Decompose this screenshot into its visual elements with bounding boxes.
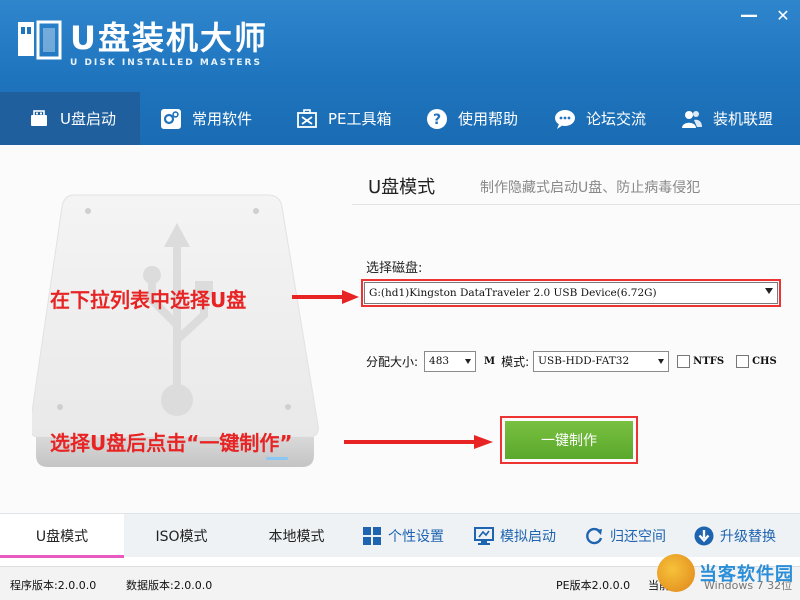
alloc-size-value: 483	[429, 355, 450, 367]
action-restore-space[interactable]: 归还空间	[584, 514, 694, 558]
download-icon	[694, 526, 714, 546]
nav-item-alliance[interactable]: 装机联盟	[653, 92, 800, 145]
chevron-down-icon	[765, 288, 773, 294]
action-label: 归还空间	[610, 529, 666, 545]
options-row: 分配大小: 483 M 模式: USB-HDD-FAT32 NTFS CHS	[366, 350, 777, 372]
toolbox-icon	[296, 108, 318, 130]
app-title: U盘装机大师	[70, 19, 268, 57]
header: U盘装机大师 U DISK INSTALLED MASTERS — ✕ U盘启动…	[0, 0, 800, 145]
data-version: 数据版本:2.0.0.0	[126, 579, 213, 592]
minimize-button[interactable]: —	[732, 0, 766, 30]
mode-select[interactable]: USB-HDD-FAT32	[533, 350, 670, 372]
chat-icon	[554, 108, 576, 130]
chevron-down-icon	[658, 358, 665, 364]
grid-icon	[362, 526, 382, 546]
close-button[interactable]: ✕	[766, 0, 800, 30]
mode-select-value: USB-HDD-FAT32	[538, 355, 630, 367]
main-nav: U盘启动 常用软件 PE工具箱 ? 使用帮助 论坛交流 装机联盟	[0, 92, 800, 145]
users-icon	[681, 108, 703, 130]
nav-label: 常用软件	[192, 110, 253, 128]
action-label: 模拟启动	[500, 529, 556, 545]
disk-select-value: G:(hd1)Kingston DataTraveler 2.0 USB Dev…	[369, 287, 657, 299]
tab-iso-mode[interactable]: ISO模式	[124, 514, 239, 558]
program-version: 程序版本:2.0.0.0	[10, 579, 97, 592]
watermark: 当客软件园	[657, 554, 794, 592]
callout-click-make: 选择U盘后点击“一键制作”	[50, 431, 293, 455]
mode-header: U盘模式 制作隐藏式启动U盘、防止病毒侵犯	[352, 173, 800, 205]
nav-label: 装机联盟	[713, 110, 774, 128]
callout-select-disk: 在下拉列表中选择U盘	[50, 288, 247, 312]
main-panel: U盘模式 制作隐藏式启动U盘、防止病毒侵犯 选择磁盘: G:(hd1)Kings…	[0, 145, 800, 513]
disk-label: 选择磁盘:	[366, 261, 423, 276]
mode-title: U盘模式	[368, 177, 436, 198]
chs-checkbox[interactable]	[736, 354, 750, 368]
action-label: 升级替换	[720, 529, 776, 545]
tab-usb-mode[interactable]: U盘模式	[0, 514, 124, 558]
bottom-tabs: U盘模式 ISO模式 本地模式 个性设置 模拟启动 归还空间 升级替换	[0, 513, 800, 558]
tab-local-mode[interactable]: 本地模式	[239, 514, 354, 558]
nav-item-pe-toolbox[interactable]: PE工具箱	[268, 92, 398, 145]
alloc-size-select[interactable]: 483	[424, 350, 477, 372]
nav-label: 使用帮助	[458, 110, 519, 128]
nav-label: 论坛交流	[586, 110, 647, 128]
nav-label: U盘启动	[60, 110, 116, 128]
mode-label: 模式:	[501, 354, 530, 369]
svg-text:?: ?	[433, 112, 441, 128]
arrow-right-icon	[344, 435, 493, 449]
usb-drive-icon	[28, 108, 50, 130]
action-label: 个性设置	[388, 529, 444, 545]
watermark-text: 当客软件园	[699, 564, 794, 585]
pe-version: PE版本2.0.0.0	[556, 579, 631, 592]
app-logo: U盘装机大师 U DISK INSTALLED MASTERS	[12, 18, 268, 68]
action-upgrade[interactable]: 升级替换	[694, 514, 794, 558]
ntfs-checkbox[interactable]	[677, 354, 691, 368]
logo-mark-icon	[12, 18, 66, 64]
make-button[interactable]: 一键制作	[505, 421, 633, 459]
nav-item-software[interactable]: 常用软件	[140, 92, 268, 145]
action-simulate-boot[interactable]: 模拟启动	[474, 514, 584, 558]
window-controls: — ✕	[732, 0, 800, 30]
nav-label: PE工具箱	[328, 110, 392, 128]
mode-description: 制作隐藏式启动U盘、防止病毒侵犯	[480, 180, 701, 196]
monitor-icon	[474, 526, 494, 546]
help-icon: ?	[426, 108, 448, 130]
refresh-icon	[584, 526, 604, 546]
primary-button-highlight: 一键制作	[500, 416, 638, 464]
disk-select[interactable]: G:(hd1)Kingston DataTraveler 2.0 USB Dev…	[364, 282, 778, 304]
chevron-down-icon	[465, 358, 472, 364]
watermark-logo-icon	[657, 554, 695, 592]
chs-label: CHS	[752, 355, 777, 367]
app-subtitle: U DISK INSTALLED MASTERS	[70, 58, 262, 68]
nav-item-usb-boot[interactable]: U盘启动	[0, 92, 140, 145]
nav-item-help[interactable]: ? 使用帮助	[398, 92, 526, 145]
gear-icon	[160, 108, 182, 130]
alloc-label: 分配大小:	[366, 354, 419, 369]
arrow-right-icon	[292, 290, 359, 304]
nav-item-forum[interactable]: 论坛交流	[526, 92, 653, 145]
ntfs-label: NTFS	[693, 355, 725, 367]
action-personalize[interactable]: 个性设置	[362, 514, 474, 558]
alloc-unit: M	[484, 355, 496, 367]
